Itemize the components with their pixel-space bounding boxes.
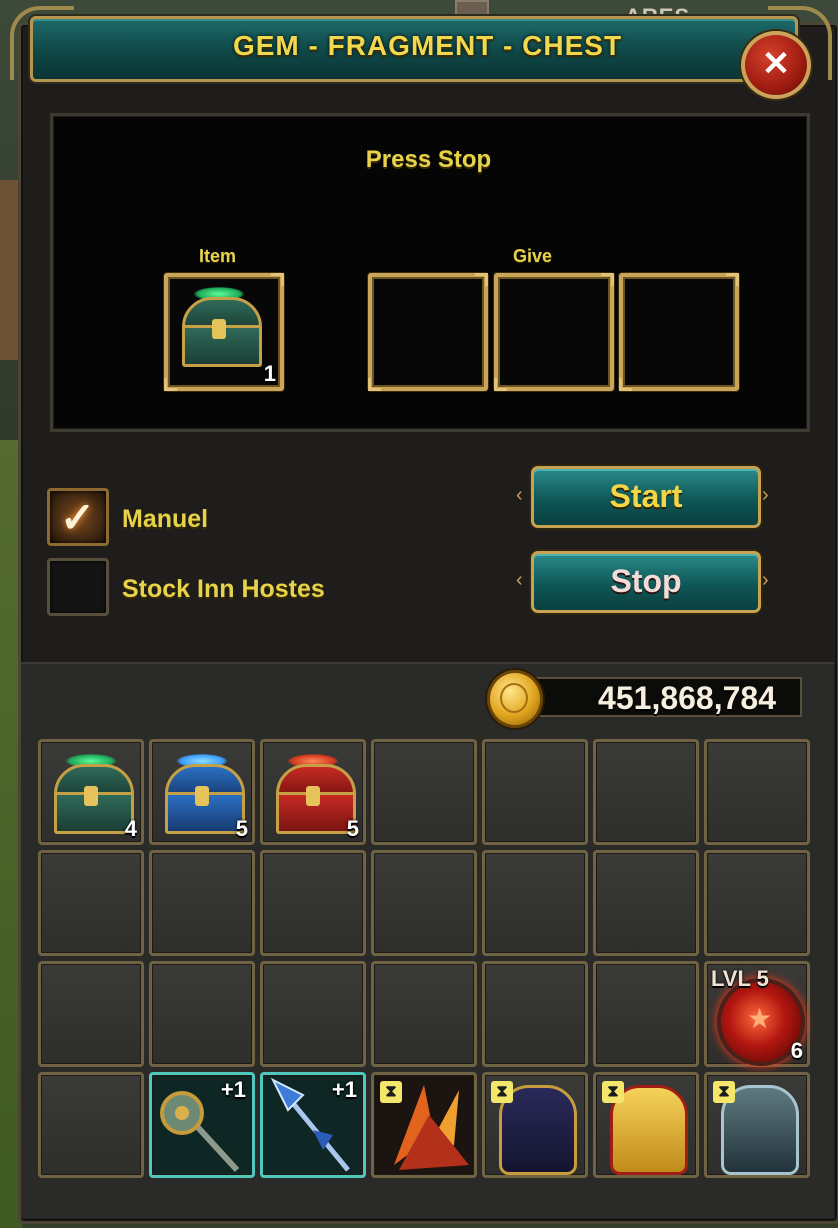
slot-count: 4 bbox=[124, 816, 137, 841]
timer-icon: ⧗ bbox=[602, 1081, 624, 1103]
inventory-slot[interactable] bbox=[149, 961, 255, 1067]
give-slot-3[interactable] bbox=[619, 273, 739, 391]
inventory-slot[interactable]: ⧗ bbox=[482, 1072, 588, 1178]
inventory-slot[interactable]: +1 bbox=[260, 1072, 366, 1178]
checkmark-icon: ✓ bbox=[60, 494, 96, 541]
item-slot[interactable]: 1 bbox=[164, 273, 284, 391]
stop-arrow-left-icon: ‹ bbox=[516, 569, 523, 591]
inventory-slot[interactable]: LVL 5 6 bbox=[704, 961, 810, 1067]
inventory-slot[interactable] bbox=[38, 961, 144, 1067]
start-arrow-left-icon: ‹ bbox=[516, 484, 523, 506]
inventory-slot[interactable] bbox=[593, 961, 699, 1067]
manuel-label: Manuel bbox=[122, 505, 209, 533]
timer-icon: ⧗ bbox=[380, 1081, 402, 1103]
start-arrow-right-icon: › bbox=[762, 484, 769, 506]
inventory-slot[interactable] bbox=[704, 739, 810, 845]
start-button[interactable]: Start bbox=[531, 466, 761, 528]
inventory-slot[interactable]: 4 bbox=[38, 739, 144, 845]
timer-icon: ⧗ bbox=[713, 1081, 735, 1103]
inventory-slot[interactable] bbox=[593, 739, 699, 845]
slot-count: 5 bbox=[235, 816, 248, 841]
inventory-slot[interactable] bbox=[371, 961, 477, 1067]
inventory-slot[interactable] bbox=[38, 1072, 144, 1178]
item-label: Item bbox=[199, 246, 237, 266]
close-button[interactable]: ✕ bbox=[741, 31, 811, 99]
inventory-slot[interactable]: ⧗ bbox=[593, 1072, 699, 1178]
slot-level: LVL 5 bbox=[711, 966, 769, 991]
inventory-slot[interactable]: 5 bbox=[149, 739, 255, 845]
inventory-slot[interactable] bbox=[38, 850, 144, 956]
inventory-slot[interactable] bbox=[482, 739, 588, 845]
give-slot-1[interactable] bbox=[368, 273, 488, 391]
gold-amount: 451,868,784 bbox=[524, 677, 802, 717]
inventory-slot[interactable] bbox=[593, 850, 699, 956]
inventory-slot[interactable] bbox=[260, 850, 366, 956]
item-count: 1 bbox=[263, 361, 276, 386]
inventory-slot[interactable] bbox=[371, 739, 477, 845]
inventory-slot[interactable]: 5 bbox=[260, 739, 366, 845]
slot-enhance: +1 bbox=[331, 1077, 357, 1102]
slot-enhance: +1 bbox=[220, 1077, 246, 1102]
give-slot-2[interactable] bbox=[494, 273, 614, 391]
inventory-slot[interactable] bbox=[482, 961, 588, 1067]
red-chest-icon bbox=[272, 754, 356, 834]
inventory-slot[interactable] bbox=[704, 850, 810, 956]
slot-count: 5 bbox=[346, 816, 359, 841]
gold-coin-icon bbox=[487, 670, 543, 728]
blue-chest-icon bbox=[161, 754, 245, 834]
stop-arrow-right-icon: › bbox=[762, 569, 769, 591]
inventory-slot[interactable] bbox=[371, 850, 477, 956]
status-text: Press Stop bbox=[365, 146, 492, 173]
manuel-checkbox[interactable]: ✓ bbox=[47, 488, 109, 546]
stock-inn-hostes-checkbox[interactable] bbox=[47, 558, 109, 616]
give-label: Give bbox=[513, 246, 553, 266]
inventory-slot[interactable]: ⧗ bbox=[704, 1072, 810, 1178]
green-gem-chest-icon bbox=[178, 287, 262, 367]
window-title: GEM - FRAGMENT - CHEST bbox=[232, 30, 623, 61]
inventory-slot[interactable] bbox=[149, 850, 255, 956]
slot-count: 6 bbox=[790, 1038, 803, 1063]
timer-icon: ⧗ bbox=[491, 1081, 513, 1103]
stop-button[interactable]: Stop bbox=[531, 551, 761, 613]
green-chest-icon bbox=[50, 754, 134, 834]
inventory-slot[interactable] bbox=[260, 961, 366, 1067]
inventory-slot[interactable]: +1 bbox=[149, 1072, 255, 1178]
inventory-slot[interactable]: ⧗ bbox=[371, 1072, 477, 1178]
stock-inn-hostes-label: Stock Inn Hostes bbox=[122, 575, 325, 603]
inventory-slot[interactable] bbox=[482, 850, 588, 956]
